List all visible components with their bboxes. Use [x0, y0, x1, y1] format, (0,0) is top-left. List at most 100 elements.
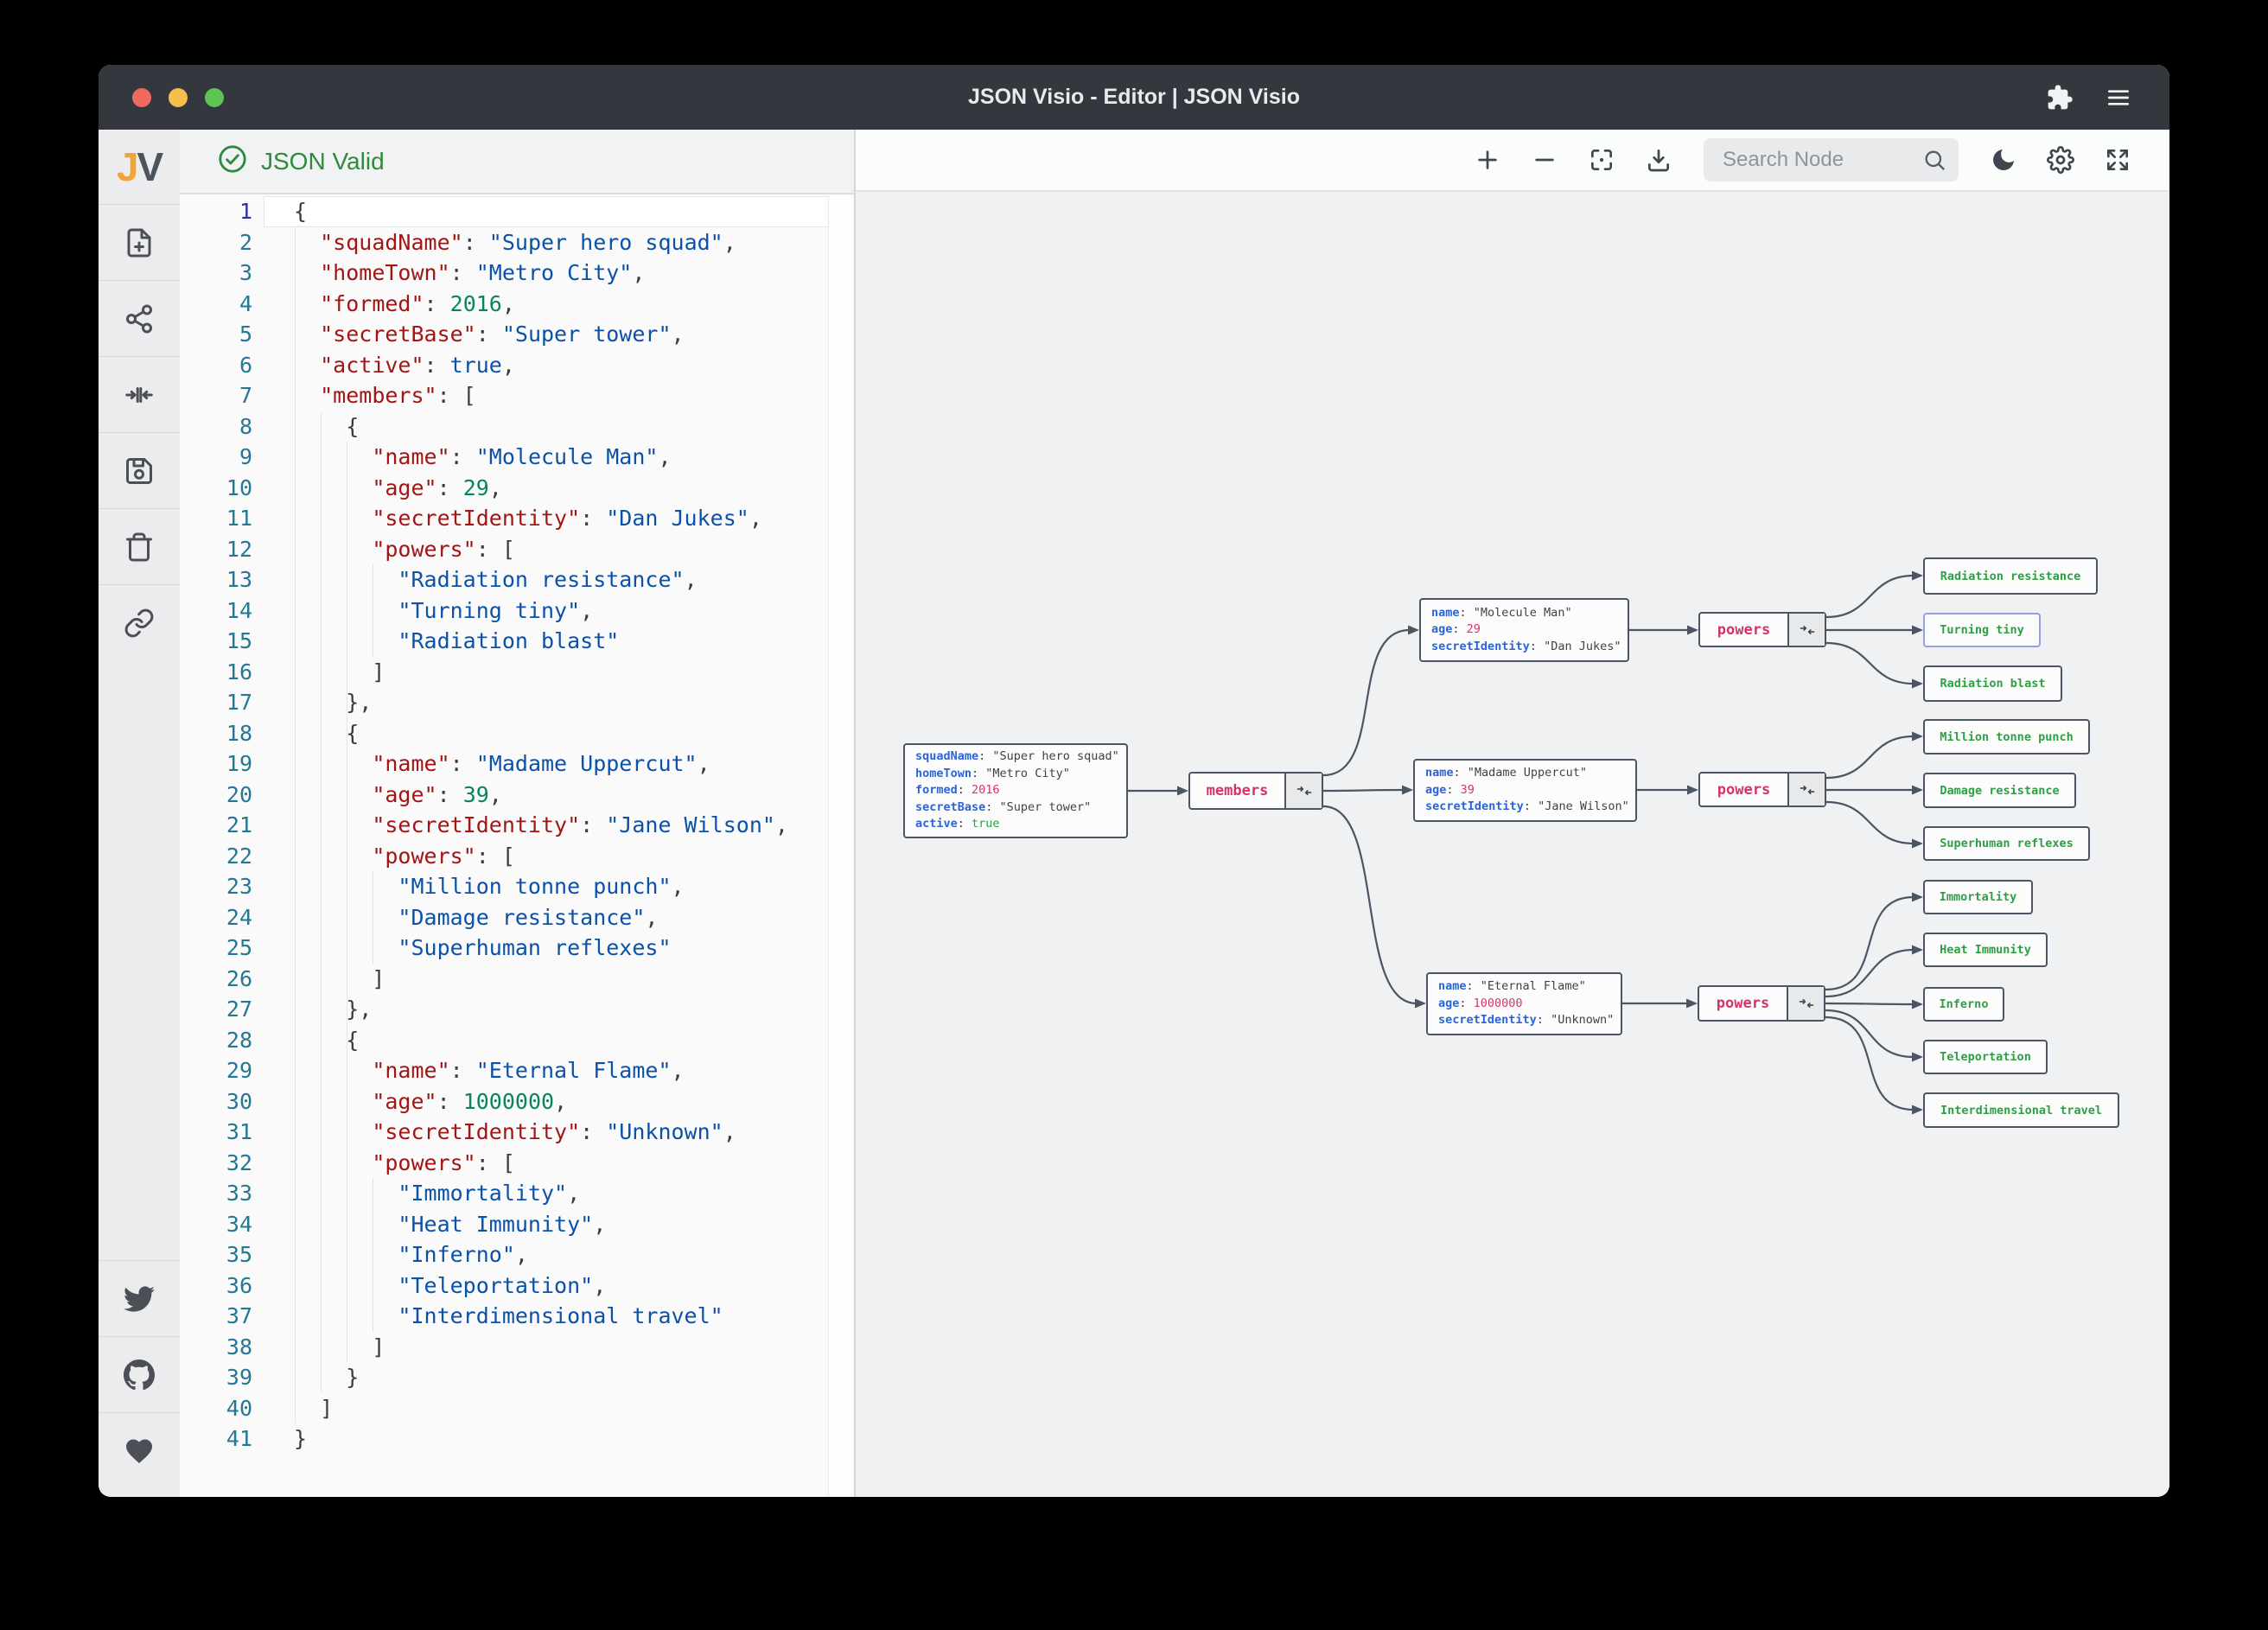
graph-node-members[interactable]: members	[1188, 772, 1323, 810]
search-input[interactable]	[1721, 147, 1922, 173]
focus-button[interactable]	[1583, 141, 1621, 179]
graph-node-leaf-teleportation[interactable]: Teleportation	[1923, 1040, 2048, 1074]
collapse-node-icon[interactable]	[1787, 614, 1825, 646]
trash-icon[interactable]	[99, 509, 180, 584]
code-line[interactable]: ]	[294, 657, 385, 688]
code-line[interactable]: "name": "Molecule Man",	[294, 442, 671, 473]
code-line[interactable]: "powers": [	[294, 841, 515, 872]
code-line[interactable]: "Radiation blast"	[294, 626, 619, 657]
graph-node-root[interactable]: squadName: "Super hero squad" homeTown: "…	[903, 743, 1128, 838]
graph-node-leaf-heat-immunity[interactable]: Heat Immunity	[1923, 933, 2048, 967]
fullscreen-button[interactable]	[2099, 141, 2137, 179]
code-line[interactable]: "age": 1000000,	[294, 1086, 567, 1117]
menu-icon[interactable]	[2102, 81, 2135, 114]
line-number: 33	[226, 1181, 252, 1206]
line-number: 38	[226, 1334, 252, 1359]
file-plus-icon[interactable]	[99, 205, 180, 280]
node-label: members	[1206, 782, 1269, 799]
graph-node-leaf-immortality[interactable]: Immortality	[1923, 880, 2033, 914]
graph-node-leaf-radiation-blast[interactable]: Radiation blast	[1923, 665, 2062, 702]
code-line[interactable]: "secretIdentity": "Dan Jukes",	[294, 503, 762, 534]
line-number: 36	[226, 1272, 252, 1298]
code-line[interactable]: }	[294, 1362, 359, 1393]
graph-toolbar	[856, 130, 2169, 192]
node-property: homeTown: "Metro City"	[915, 766, 1070, 780]
dark-mode-toggle[interactable]	[1984, 141, 2023, 179]
code-line[interactable]: "age": 39,	[294, 780, 502, 811]
code-line[interactable]: "homeTown": "Metro City",	[294, 258, 645, 289]
zoom-in-button[interactable]	[1468, 141, 1507, 179]
code-line[interactable]: "name": "Madame Uppercut",	[294, 748, 710, 780]
graph-node-leaf-radiation-resistance[interactable]: Radiation resistance	[1923, 557, 2098, 595]
code-line[interactable]: },	[294, 687, 372, 718]
code-line[interactable]: {	[294, 1025, 359, 1056]
twitter-icon[interactable]	[99, 1261, 180, 1336]
search-node-box[interactable]	[1704, 138, 1959, 181]
line-number: 29	[226, 1058, 252, 1083]
search-icon[interactable]	[1922, 148, 1946, 172]
code-line[interactable]: "Teleportation",	[294, 1270, 606, 1302]
code-line[interactable]: "name": "Eternal Flame",	[294, 1055, 684, 1086]
graph-node-leaf-inferno[interactable]: Inferno	[1923, 987, 2004, 1022]
download-button[interactable]	[1640, 141, 1678, 179]
zoom-out-button[interactable]	[1526, 141, 1564, 179]
line-number: 15	[226, 628, 252, 653]
app-window: JSON Visio - Editor | JSON Visio JV JSON…	[99, 65, 2169, 1497]
graph-node-leaf-million-tonne-punch[interactable]: Million tonne punch	[1923, 719, 2090, 755]
code-line[interactable]: "Heat Immunity",	[294, 1209, 606, 1240]
graph-node-leaf-damage-resistance[interactable]: Damage resistance	[1923, 773, 2076, 808]
code-line[interactable]: "Interdimensional travel"	[294, 1301, 723, 1332]
code-line[interactable]: ]	[294, 1332, 385, 1363]
code-line[interactable]: }	[294, 1423, 307, 1455]
share-icon[interactable]	[99, 281, 180, 356]
graph-node-member-3[interactable]: name: "Eternal Flame" age: 1000000 secretI…	[1426, 972, 1622, 1035]
code-line[interactable]: "secretIdentity": "Unknown",	[294, 1117, 736, 1148]
code-line[interactable]: "powers": [	[294, 534, 515, 565]
code-line[interactable]: "Damage resistance",	[294, 902, 658, 933]
code-line[interactable]: "active": true,	[294, 350, 515, 381]
collapse-node-icon[interactable]	[1284, 774, 1322, 808]
code-line[interactable]: {	[294, 411, 359, 443]
code-line[interactable]: "squadName": "Super hero squad",	[294, 227, 736, 258]
graph-node-leaf-turning-tiny[interactable]: Turning tiny	[1923, 613, 2041, 647]
code-line[interactable]: "powers": [	[294, 1148, 515, 1179]
extension-icon[interactable]	[2043, 81, 2076, 114]
code-line[interactable]: "Inferno",	[294, 1239, 528, 1270]
graph-node-leaf-interdimensional-travel[interactable]: Interdimensional travel	[1923, 1092, 2119, 1128]
line-number: 30	[226, 1088, 252, 1114]
github-icon[interactable]	[99, 1337, 180, 1412]
code-line[interactable]: "secretBase": "Super tower",	[294, 319, 684, 350]
graph-node-leaf-superhuman-reflexes[interactable]: Superhuman reflexes	[1923, 826, 2090, 861]
graph-node-powers-3[interactable]: powers	[1698, 985, 1825, 1022]
code-line[interactable]: "Superhuman reflexes"	[294, 933, 671, 964]
editor-scrollbar[interactable]	[828, 196, 853, 1497]
save-icon[interactable]	[99, 433, 180, 508]
code-line[interactable]: "secretIdentity": "Jane Wilson",	[294, 810, 788, 841]
collapse-node-icon[interactable]	[1787, 987, 1824, 1020]
code-line[interactable]: "Million tonne punch",	[294, 871, 684, 902]
line-number: 3	[239, 260, 252, 285]
code-line[interactable]: ]	[294, 964, 385, 995]
code-line[interactable]: {	[294, 718, 359, 749]
code-line[interactable]: ]	[294, 1393, 333, 1424]
settings-button[interactable]	[2042, 141, 2080, 179]
graph-node-member-1[interactable]: name: "Molecule Man" age: 29 secretIdentit…	[1419, 598, 1629, 662]
code-line[interactable]: "members": [	[294, 380, 476, 411]
graph-node-powers-1[interactable]: powers	[1698, 612, 1826, 647]
code-line[interactable]: {	[294, 196, 307, 227]
code-line[interactable]: "formed": 2016,	[294, 289, 515, 320]
code-line[interactable]: "Turning tiny",	[294, 595, 593, 627]
center-icon[interactable]	[99, 357, 180, 432]
line-number: 10	[226, 474, 252, 500]
code-line[interactable]: "age": 29,	[294, 473, 502, 504]
code-line[interactable]: },	[294, 994, 372, 1025]
json-editor[interactable]: JSON Valid 1 {2 "squadName": "Super hero …	[180, 130, 854, 1497]
graph-node-member-2[interactable]: name: "Madame Uppercut" age: 39 secretIden…	[1413, 759, 1637, 822]
code-line[interactable]: "Radiation resistance",	[294, 564, 697, 595]
collapse-node-icon[interactable]	[1787, 774, 1825, 805]
link-icon[interactable]	[99, 585, 180, 660]
heart-icon[interactable]	[99, 1413, 180, 1488]
graph-node-powers-2[interactable]: powers	[1698, 772, 1826, 807]
code-line[interactable]: "Immortality",	[294, 1178, 580, 1209]
app-logo[interactable]: JV	[99, 130, 180, 204]
